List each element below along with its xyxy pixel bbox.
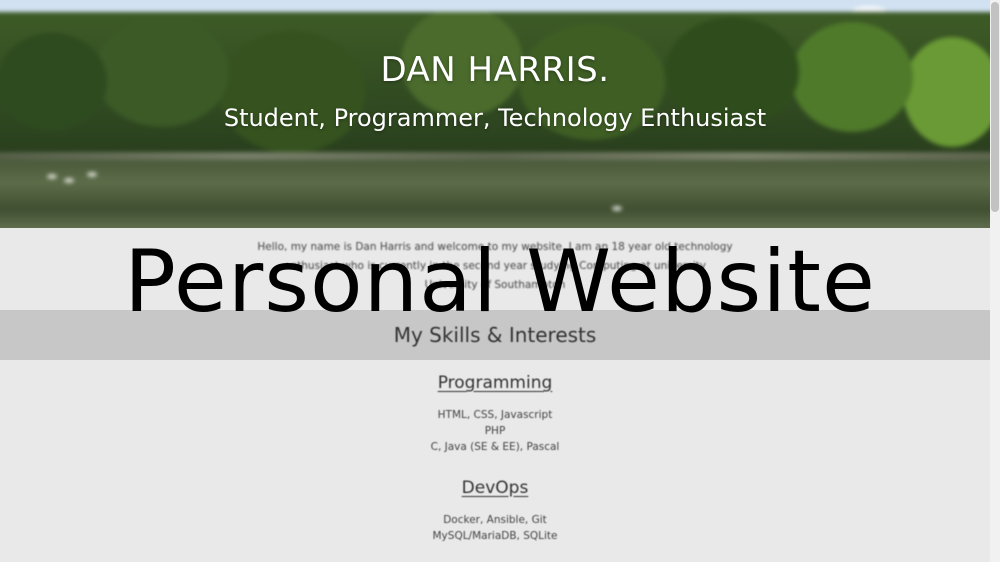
page: DAN HARRIS. Student, Programmer, Technol… — [0, 0, 1000, 562]
skill-group-heading: Programming — [437, 373, 553, 393]
skill-group-heading: DevOps — [461, 478, 529, 498]
overlay-caption: Personal Website — [124, 232, 876, 332]
skill-item: HTML, CSS, Javascript — [437, 409, 553, 421]
skill-group-devops: DevOps Docker, Ansible, Git MySQL/MariaD… — [0, 478, 990, 544]
skill-item: PHP — [484, 425, 506, 437]
hero-banner: DAN HARRIS. Student, Programmer, Technol… — [0, 0, 990, 228]
skill-group-programming: Programming HTML, CSS, Javascript PHP C,… — [0, 373, 990, 455]
vertical-scrollbar[interactable] — [990, 0, 1000, 562]
skill-item: MySQL/MariaDB, SQLite — [432, 530, 558, 542]
scrollbar-thumb[interactable] — [991, 2, 999, 212]
skill-item: Docker, Ansible, Git — [443, 514, 547, 526]
skill-item: C, Java (SE & EE), Pascal — [430, 441, 560, 453]
site-tagline: Student, Programmer, Technology Enthusia… — [223, 104, 767, 132]
site-name: DAN HARRIS. — [380, 50, 610, 90]
